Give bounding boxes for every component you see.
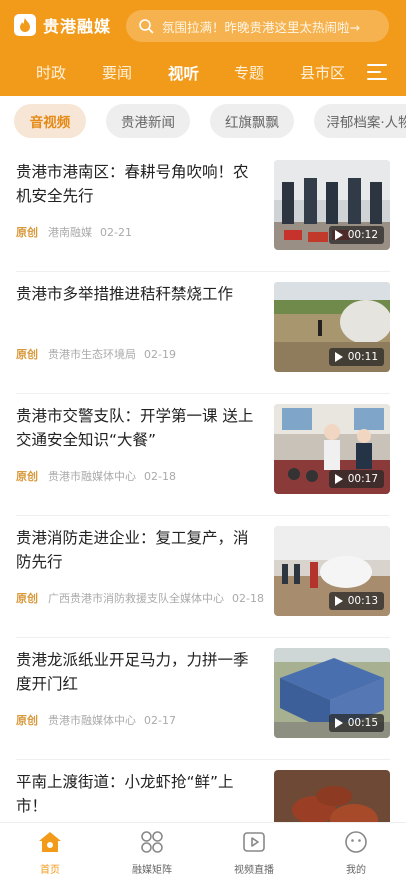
nav-matrix[interactable]: 融媒矩阵: [112, 829, 192, 881]
duration-text: 00:15: [347, 717, 378, 729]
play-icon: [334, 230, 343, 240]
nav-home[interactable]: 首页: [10, 829, 90, 881]
duration-text: 00:12: [347, 229, 378, 241]
list-item[interactable]: 贵港市多举措推进秸秆禁烧工作 原创 贵港市生态环境局 02-19 00:11: [0, 272, 406, 394]
original-badge: 原创: [16, 348, 38, 361]
play-icon: [334, 718, 343, 728]
article-title[interactable]: 贵港消防走进企业：复工复产，消防先行: [16, 526, 258, 574]
article-meta: 原创 广西贵港市消防救援支队全媒体中心 02-18: [16, 590, 264, 606]
tab-zhuanti[interactable]: 专题: [234, 62, 264, 83]
chip-guigang-news[interactable]: 贵港新闻: [106, 104, 190, 138]
video-thumbnail[interactable]: 00:13: [274, 526, 390, 616]
article-title[interactable]: 贵港市多举措推进秸秆禁烧工作: [16, 282, 258, 306]
video-thumbnail[interactable]: 00:15: [274, 648, 390, 738]
channel-tabs: 时政 要闻 视听 专题 县市区: [0, 56, 406, 92]
search-placeholder: 氛围拉满！昨晚贵港这里太热闹啦→: [162, 19, 360, 35]
nav-label: 我的: [346, 865, 366, 876]
app-header: 贵港融媒 氛围拉满！昨晚贵港这里太热闹啦→ 时政 要闻 视听 专题 县市区: [0, 0, 406, 96]
home-icon: [39, 832, 61, 852]
list-item[interactable]: 平南上渡街道：小龙虾抢“鲜”上市！: [0, 760, 406, 822]
list-item[interactable]: 贵港龙派纸业开足马力，力拼一季度开门红 原创 贵港市融媒体中心 02-17 00…: [0, 638, 406, 760]
category-chips: 音视频 贵港新闻 红旗飘飘 浔郁档案·人物: [0, 104, 406, 142]
list-item[interactable]: 贵港消防走进企业：复工复产，消防先行 原创 广西贵港市消防救援支队全媒体中心 0…: [0, 516, 406, 638]
list-item[interactable]: 贵港市港南区：春耕号角吹响！农机安全先行 原创 港南融媒 02-21 00:12: [0, 150, 406, 272]
video-thumbnail[interactable]: [274, 770, 390, 822]
nav-label: 视频直播: [234, 865, 274, 876]
original-badge: 原创: [16, 470, 38, 483]
tab-shiting[interactable]: 视听: [168, 62, 199, 84]
video-thumbnail[interactable]: 00:11: [274, 282, 390, 372]
tab-yaowen[interactable]: 要闻: [102, 62, 132, 83]
article-meta: 原创 贵港市融媒体中心 02-17: [16, 712, 176, 728]
video-duration: 00:17: [328, 470, 384, 488]
video-play-icon: [243, 832, 265, 852]
video-duration: 00:15: [328, 714, 384, 732]
article-date: 02-18: [144, 469, 176, 483]
chip-audio-video[interactable]: 音视频: [14, 104, 86, 138]
article-title[interactable]: 贵港市港南区：春耕号角吹响！农机安全先行: [16, 160, 258, 208]
play-icon: [334, 596, 343, 606]
app-name: 贵港融媒: [43, 17, 112, 36]
video-duration: 00:11: [328, 348, 384, 366]
video-thumbnail[interactable]: 00:17: [274, 404, 390, 494]
article-source: 广西贵港市消防救援支队全媒体中心: [48, 592, 224, 605]
article-title[interactable]: 贵港龙派纸业开足马力，力拼一季度开门红: [16, 648, 258, 696]
article-date: 02-17: [144, 713, 176, 727]
search-icon: [139, 19, 154, 34]
article-source: 贵港市生态环境局: [48, 348, 136, 361]
search-bar[interactable]: 氛围拉满！昨晚贵港这里太热闹啦→: [126, 10, 389, 42]
duration-text: 00:11: [347, 351, 378, 363]
video-duration: 00:13: [328, 592, 384, 610]
article-meta: 原创 贵港市融媒体中心 02-18: [16, 468, 176, 484]
app-logo[interactable]: 贵港融媒: [14, 13, 111, 37]
menu-icon[interactable]: [367, 62, 389, 82]
article-source: 贵港市融媒体中心: [48, 470, 136, 483]
list-item[interactable]: 贵港市交警支队：开学第一课 送上交通安全知识“大餐” 原创 贵港市融媒体中心 0…: [0, 394, 406, 516]
bottom-nav: 首页 融媒矩阵 视频直播 我的: [0, 822, 406, 883]
original-badge: 原创: [16, 592, 38, 605]
profile-icon: [345, 831, 367, 853]
article-date: 02-19: [144, 347, 176, 361]
article-meta: 原创 贵港市生态环境局 02-19: [16, 346, 176, 362]
nav-profile[interactable]: 我的: [316, 829, 396, 881]
matrix-icon: [141, 831, 163, 853]
chip-red-flag[interactable]: 红旗飘飘: [210, 104, 294, 138]
tab-shizheng[interactable]: 时政: [36, 62, 66, 83]
article-title[interactable]: 贵港市交警支队：开学第一课 送上交通安全知识“大餐”: [16, 404, 258, 452]
play-icon: [334, 474, 343, 484]
tab-xianshiqu[interactable]: 县市区: [300, 62, 345, 83]
nav-live-video[interactable]: 视频直播: [214, 829, 294, 881]
play-icon: [334, 352, 343, 362]
duration-text: 00:17: [347, 473, 378, 485]
chip-archive-people[interactable]: 浔郁档案·人物: [314, 104, 406, 138]
article-title[interactable]: 平南上渡街道：小龙虾抢“鲜”上市！: [16, 770, 258, 818]
article-date: 02-21: [100, 225, 132, 239]
original-badge: 原创: [16, 714, 38, 727]
article-source: 港南融媒: [48, 226, 92, 239]
video-duration: 00:12: [328, 226, 384, 244]
nav-label: 融媒矩阵: [132, 865, 172, 876]
original-badge: 原创: [16, 226, 38, 239]
article-source: 贵港市融媒体中心: [48, 714, 136, 727]
logo-flame-icon: [14, 14, 36, 36]
article-date: 02-18: [232, 591, 264, 605]
article-meta: 原创 港南融媒 02-21: [16, 224, 132, 240]
video-thumbnail[interactable]: 00:12: [274, 160, 390, 250]
nav-label: 首页: [40, 865, 60, 876]
duration-text: 00:13: [347, 595, 378, 607]
